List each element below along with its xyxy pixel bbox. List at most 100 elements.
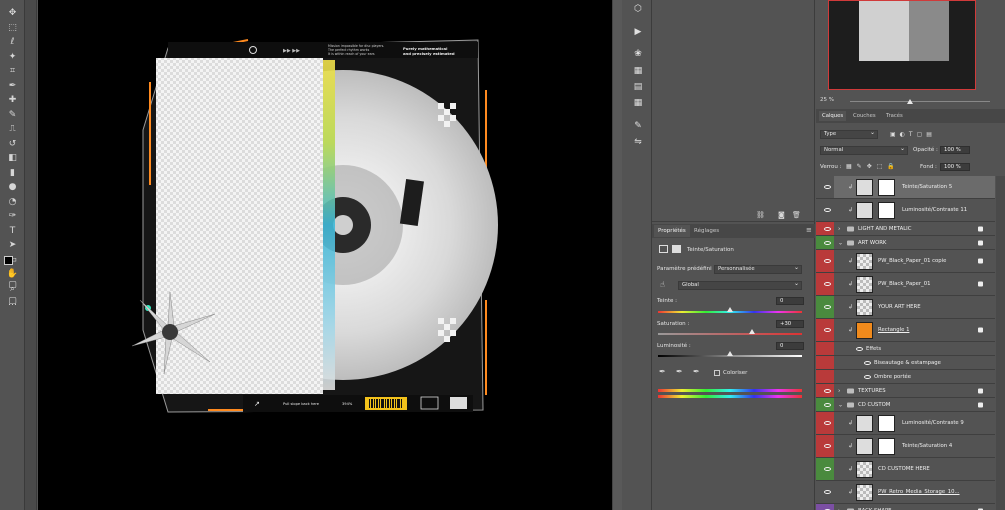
visibility-eye-icon[interactable]	[824, 444, 831, 448]
eyedropper-icon[interactable]: ✒	[659, 367, 666, 376]
visibility-eye-icon[interactable]	[824, 421, 831, 425]
lightness-slider-handle[interactable]	[727, 351, 733, 356]
gradient-icon[interactable]: ▮	[6, 168, 19, 179]
marquee-icon[interactable]: ⬚	[6, 23, 19, 34]
brush-icon[interactable]: ✎	[6, 110, 19, 121]
camera-icon[interactable]: ◙	[778, 211, 785, 219]
fill-value[interactable]: 100 %	[940, 163, 970, 171]
expand-chevron-icon[interactable]: ›	[838, 225, 840, 232]
eyedropper-minus-icon[interactable]: ✒	[693, 367, 700, 376]
blur-icon[interactable]: ●	[6, 182, 19, 193]
tab-adjustments[interactable]: Réglages	[690, 225, 723, 237]
tab-paths[interactable]: Tracés	[883, 111, 906, 121]
visibility-eye-icon[interactable]	[824, 226, 831, 231]
panel-menu-icon[interactable]: ≡	[806, 226, 812, 234]
layer-mask-thumbnail[interactable]	[878, 415, 895, 432]
visibility-eye-icon[interactable]	[824, 185, 831, 189]
lasso-icon[interactable]: ℓ	[6, 37, 19, 48]
magic-wand-icon[interactable]: ✦	[6, 52, 19, 63]
eyedropper-icon[interactable]: ✒	[6, 81, 19, 92]
swatches-icon[interactable]: ▦	[632, 66, 644, 77]
stamp-icon[interactable]: ⎍	[6, 124, 19, 135]
type-icon[interactable]: T	[6, 226, 19, 237]
mask-icon[interactable]	[672, 245, 681, 253]
layer-mask-thumbnail[interactable]	[878, 202, 895, 219]
styles-icon[interactable]: ▤	[632, 82, 644, 93]
layer-filter-dropdown[interactable]: Type	[820, 129, 878, 139]
dodge-icon[interactable]: ◔	[6, 197, 19, 208]
layer-mask-thumbnail[interactable]	[878, 179, 895, 196]
visibility-eye-icon[interactable]	[824, 259, 831, 263]
move-icon[interactable]: ✥	[6, 8, 19, 19]
layer-row[interactable]: Ombre portée	[816, 370, 995, 384]
visibility-eye-icon[interactable]	[824, 402, 831, 407]
layer-row[interactable]: ↲ Teinte/Saturation 5	[816, 176, 995, 199]
path-select-icon[interactable]: ➤	[6, 240, 19, 251]
visibility-eye-icon[interactable]	[824, 467, 831, 471]
trash-icon[interactable]: 🗑	[792, 211, 801, 219]
layer-row[interactable]: Effets	[816, 342, 995, 356]
visibility-eye-icon[interactable]	[824, 490, 831, 494]
layer-row[interactable]: Biseautage & estampage	[816, 356, 995, 370]
lightness-value[interactable]: 0	[776, 342, 804, 350]
tab-properties[interactable]: Propriétés	[654, 225, 690, 237]
layer-row[interactable]: ↲ PW_Black_Paper_01 copie	[816, 250, 995, 273]
layer-row[interactable]: ↲ PW_Retro_Media_Storage_10...	[816, 481, 995, 504]
layer-row[interactable]: ⌄ CD CUSTOM	[816, 398, 995, 412]
navigator-zoom[interactable]: 25 %	[820, 97, 834, 103]
layer-row[interactable]: ↲ Luminosité/Contraste 9	[816, 412, 995, 435]
layer-row[interactable]: ↲ Teinte/Saturation 4	[816, 435, 995, 458]
filter-icons[interactable]: ▣◐T▢▤	[890, 131, 985, 139]
3d-icon[interactable]: ⬡	[632, 4, 644, 15]
effect-visibility-eye-icon[interactable]	[864, 374, 871, 379]
zoom-slider-handle[interactable]	[907, 99, 913, 104]
visibility-eye-icon[interactable]	[824, 208, 831, 212]
layer-row[interactable]: ↲ YOUR ART HERE	[816, 296, 995, 319]
saturation-slider[interactable]	[658, 333, 802, 335]
layer-row[interactable]: ›BACK SHAPE	[816, 504, 995, 510]
hue-slider-handle[interactable]	[727, 307, 733, 312]
layer-row[interactable]: ↲ Luminosité/Contraste 11	[816, 199, 995, 222]
layer-row[interactable]: ↲ Rectangle 1	[816, 319, 995, 342]
link-icon[interactable]: ⛓	[756, 211, 765, 219]
layer-row[interactable]: › LIGHT AND METALIC	[816, 222, 995, 236]
expand-chevron-icon[interactable]: ›	[838, 387, 840, 394]
navigator-preview[interactable]	[828, 0, 976, 90]
adjust-icon[interactable]: ⇋	[632, 137, 644, 148]
hand-icon[interactable]: ✋	[6, 269, 19, 280]
crop-icon[interactable]: ⌗	[6, 66, 19, 77]
zoom-slider[interactable]	[850, 101, 990, 102]
visibility-eye-icon[interactable]	[824, 240, 831, 245]
brush-settings-icon[interactable]: ✎	[632, 121, 644, 132]
colorize-checkbox[interactable]	[714, 370, 720, 376]
targeted-adjust-icon[interactable]: ☝	[660, 280, 665, 289]
layer-mask-thumbnail[interactable]	[878, 438, 895, 455]
visibility-eye-icon[interactable]	[824, 328, 831, 332]
layers-scrollbar[interactable]	[996, 176, 1005, 510]
grid-icon[interactable]: ▦	[632, 98, 644, 109]
opacity-value[interactable]: 100 %	[940, 146, 970, 154]
layer-row[interactable]: ↲ CD CUSTOME HERE	[816, 458, 995, 481]
eraser-icon[interactable]: ◧	[6, 153, 19, 164]
expand-chevron-icon[interactable]: ⌄	[838, 239, 843, 246]
effect-visibility-eye-icon[interactable]	[864, 360, 871, 365]
channel-dropdown[interactable]: Global	[678, 280, 802, 290]
history-brush-icon[interactable]: ↺	[6, 139, 19, 150]
preset-dropdown[interactable]: Personnalisée	[714, 264, 802, 274]
brush-presets-icon[interactable]: ❀	[632, 49, 644, 60]
document-canvas[interactable]: ▶▶ ▶▶ Mission impossible for disc player…	[38, 0, 612, 510]
screen-mode-icon[interactable]: ▢	[6, 296, 19, 307]
pen-icon[interactable]: ✑	[6, 211, 19, 222]
saturation-slider-handle[interactable]	[748, 329, 755, 334]
layer-row[interactable]: ↲ PW_Black_Paper_01	[816, 273, 995, 296]
play-icon[interactable]: ▶	[632, 27, 644, 38]
visibility-eye-icon[interactable]	[824, 388, 831, 393]
lock-icons[interactable]: ▦✎✥⬚🔒	[846, 163, 906, 171]
eyedropper-plus-icon[interactable]: ✒	[676, 367, 683, 376]
layer-row[interactable]: ⌄ ART WORK	[816, 236, 995, 250]
healing-icon[interactable]: ✚	[6, 95, 19, 106]
panel-divider[interactable]	[612, 0, 622, 510]
tab-layers[interactable]: Calques	[819, 111, 847, 121]
blend-mode-dropdown[interactable]: Normal	[820, 145, 908, 155]
visibility-eye-icon[interactable]	[824, 282, 831, 286]
